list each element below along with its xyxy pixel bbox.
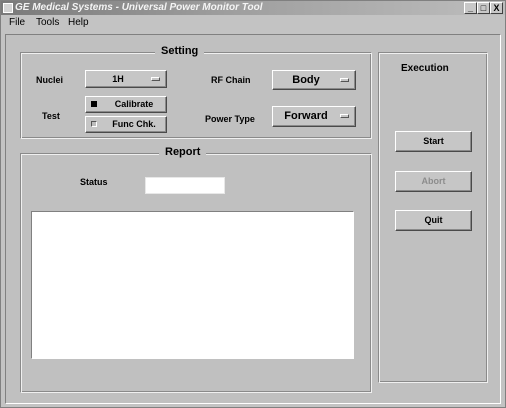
option-menu-indicator-icon — [340, 78, 349, 82]
power-type-option-menu[interactable]: Forward — [272, 106, 356, 127]
menu-help[interactable]: Help — [68, 17, 89, 28]
menu-bar: File Tools Help — [1, 15, 505, 32]
execution-group: Execution Start Abort Quit — [378, 52, 488, 383]
quit-button[interactable]: Quit — [395, 210, 472, 231]
report-group-title: Report — [159, 146, 207, 158]
setting-group-title: Setting — [155, 45, 205, 57]
rf-chain-option-menu[interactable]: Body — [272, 70, 356, 90]
option-menu-indicator-icon — [151, 77, 160, 81]
app-icon — [3, 3, 13, 13]
func-chk-label: Func Chk. — [112, 119, 156, 129]
nuclei-option-menu[interactable]: 1H — [85, 70, 167, 88]
app-window: GE Medical Systems - Universal Power Mon… — [0, 0, 506, 408]
status-field — [145, 177, 225, 194]
window-title: GE Medical Systems - Universal Power Mon… — [15, 2, 263, 13]
nuclei-value: 1H — [112, 74, 124, 84]
rf-chain-label: RF Chain — [211, 75, 251, 85]
setting-group: Setting Nuclei 1H Test Calibrate Func Ch… — [20, 45, 372, 139]
nuclei-label: Nuclei — [36, 75, 64, 85]
power-type-label: Power Type — [205, 114, 255, 124]
menu-file[interactable]: File — [9, 17, 25, 28]
option-menu-indicator-icon — [340, 114, 349, 118]
calibrate-toggle[interactable]: Calibrate — [85, 96, 167, 113]
report-text-area[interactable] — [31, 211, 354, 359]
minimize-button[interactable]: _ — [464, 2, 477, 14]
abort-button[interactable]: Abort — [395, 171, 472, 192]
start-button[interactable]: Start — [395, 131, 472, 152]
title-bar[interactable]: GE Medical Systems - Universal Power Mon… — [1, 1, 505, 15]
menu-tools[interactable]: Tools — [36, 17, 59, 28]
power-type-value: Forward — [284, 110, 328, 122]
report-group: Report Status — [20, 146, 372, 393]
close-button[interactable]: X — [490, 2, 503, 14]
radio-selected-icon — [91, 101, 97, 107]
rf-chain-value: Body — [292, 74, 320, 86]
test-label: Test — [42, 111, 60, 121]
execution-group-title: Execution — [401, 63, 449, 74]
status-label: Status — [80, 177, 108, 187]
client-area: Setting Nuclei 1H Test Calibrate Func Ch… — [5, 34, 501, 404]
func-chk-toggle[interactable]: Func Chk. — [85, 116, 167, 133]
radio-unselected-icon — [91, 121, 97, 127]
calibrate-label: Calibrate — [114, 99, 154, 109]
maximize-button[interactable]: □ — [477, 2, 490, 14]
